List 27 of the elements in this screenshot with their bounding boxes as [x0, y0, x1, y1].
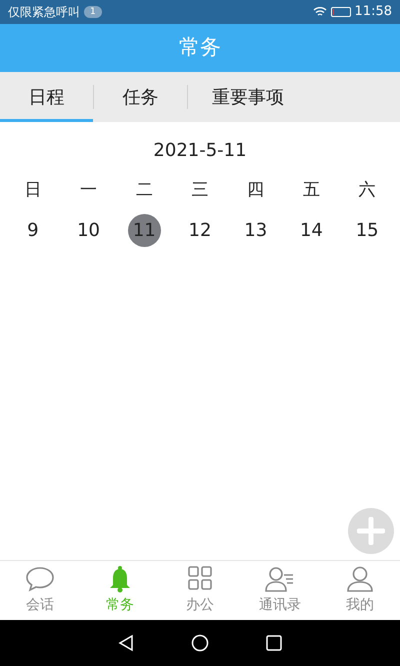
calendar-day[interactable]: 11 [128, 214, 161, 247]
weekday-label: 日 [23, 179, 42, 202]
weekday-label: 五 [302, 179, 321, 202]
back-icon[interactable] [118, 634, 134, 652]
tab[interactable]: 任务 [94, 72, 187, 122]
calendar-day[interactable]: 14 [294, 214, 328, 247]
calendar-day[interactable]: 12 [183, 214, 216, 247]
clock-text: 11:58 [354, 3, 392, 22]
calendar-day[interactable]: 13 [239, 214, 272, 247]
calendar-day[interactable]: 15 [350, 214, 384, 247]
tab[interactable]: 日程 [0, 72, 93, 122]
weekday-label: 一 [79, 179, 98, 202]
notification-count: 1 [84, 6, 102, 18]
carrier-text: 仅限紧急呼叫 [8, 4, 80, 21]
weekday-label: 三 [190, 179, 210, 202]
weekday-label: 四 [246, 179, 266, 202]
current-date: 2021-5-11 [153, 139, 247, 163]
page-title: 常务 [179, 34, 221, 62]
recents-icon[interactable] [266, 635, 282, 651]
plus-icon [357, 517, 385, 545]
wifi-icon [312, 6, 327, 18]
weekday-label: 六 [358, 179, 377, 202]
tab[interactable]: 重要事项 [188, 72, 308, 122]
weekday-label: 二 [134, 179, 154, 202]
home-icon[interactable] [190, 634, 209, 652]
calendar-day[interactable]: 10 [72, 214, 106, 247]
calendar-day[interactable]: 9 [16, 214, 50, 247]
